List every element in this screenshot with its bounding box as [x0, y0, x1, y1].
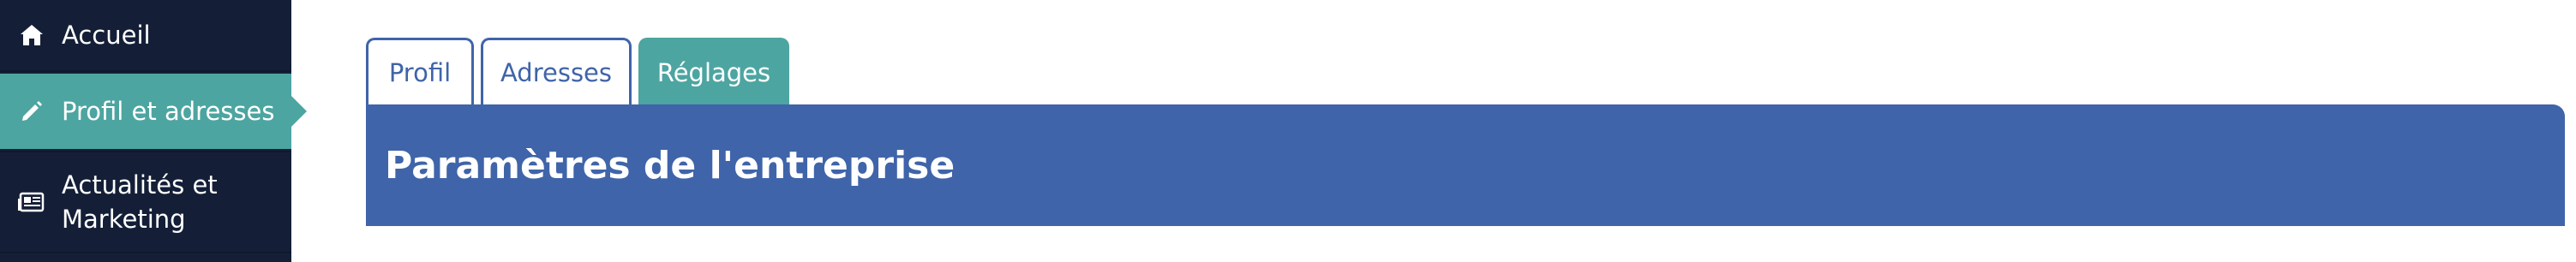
panel-header: Paramètres de l'entreprise — [366, 104, 2565, 226]
tab-bar: Profil Adresses Réglages — [366, 38, 789, 104]
sidebar-item-profil-et-adresses[interactable]: Profil et adresses — [0, 74, 307, 149]
tab-reglages[interactable]: Réglages — [638, 38, 789, 104]
pencil-icon — [17, 97, 46, 126]
sidebar-item-actualites-marketing[interactable]: Actualités et Marketing — [0, 151, 291, 253]
home-icon — [17, 21, 46, 50]
sidebar-item-label: Actualités et Marketing — [62, 168, 218, 236]
sidebar-item-label-line1: Actualités et — [62, 170, 218, 199]
sidebar-item-label-line2: Marketing — [62, 205, 186, 234]
tab-profil[interactable]: Profil — [366, 38, 474, 104]
sidebar-item-label: Accueil — [62, 21, 151, 50]
sidebar-item-accueil[interactable]: Accueil — [0, 0, 291, 72]
newspaper-icon — [17, 188, 46, 217]
page-title: Paramètres de l'entreprise — [385, 143, 956, 188]
sidebar: Accueil Profil et adresses Actualités et… — [0, 0, 307, 262]
sidebar-item-label: Profil et adresses — [62, 97, 275, 126]
app-root: Accueil Profil et adresses Actualités et… — [0, 0, 2576, 262]
tab-adresses[interactable]: Adresses — [481, 38, 632, 104]
